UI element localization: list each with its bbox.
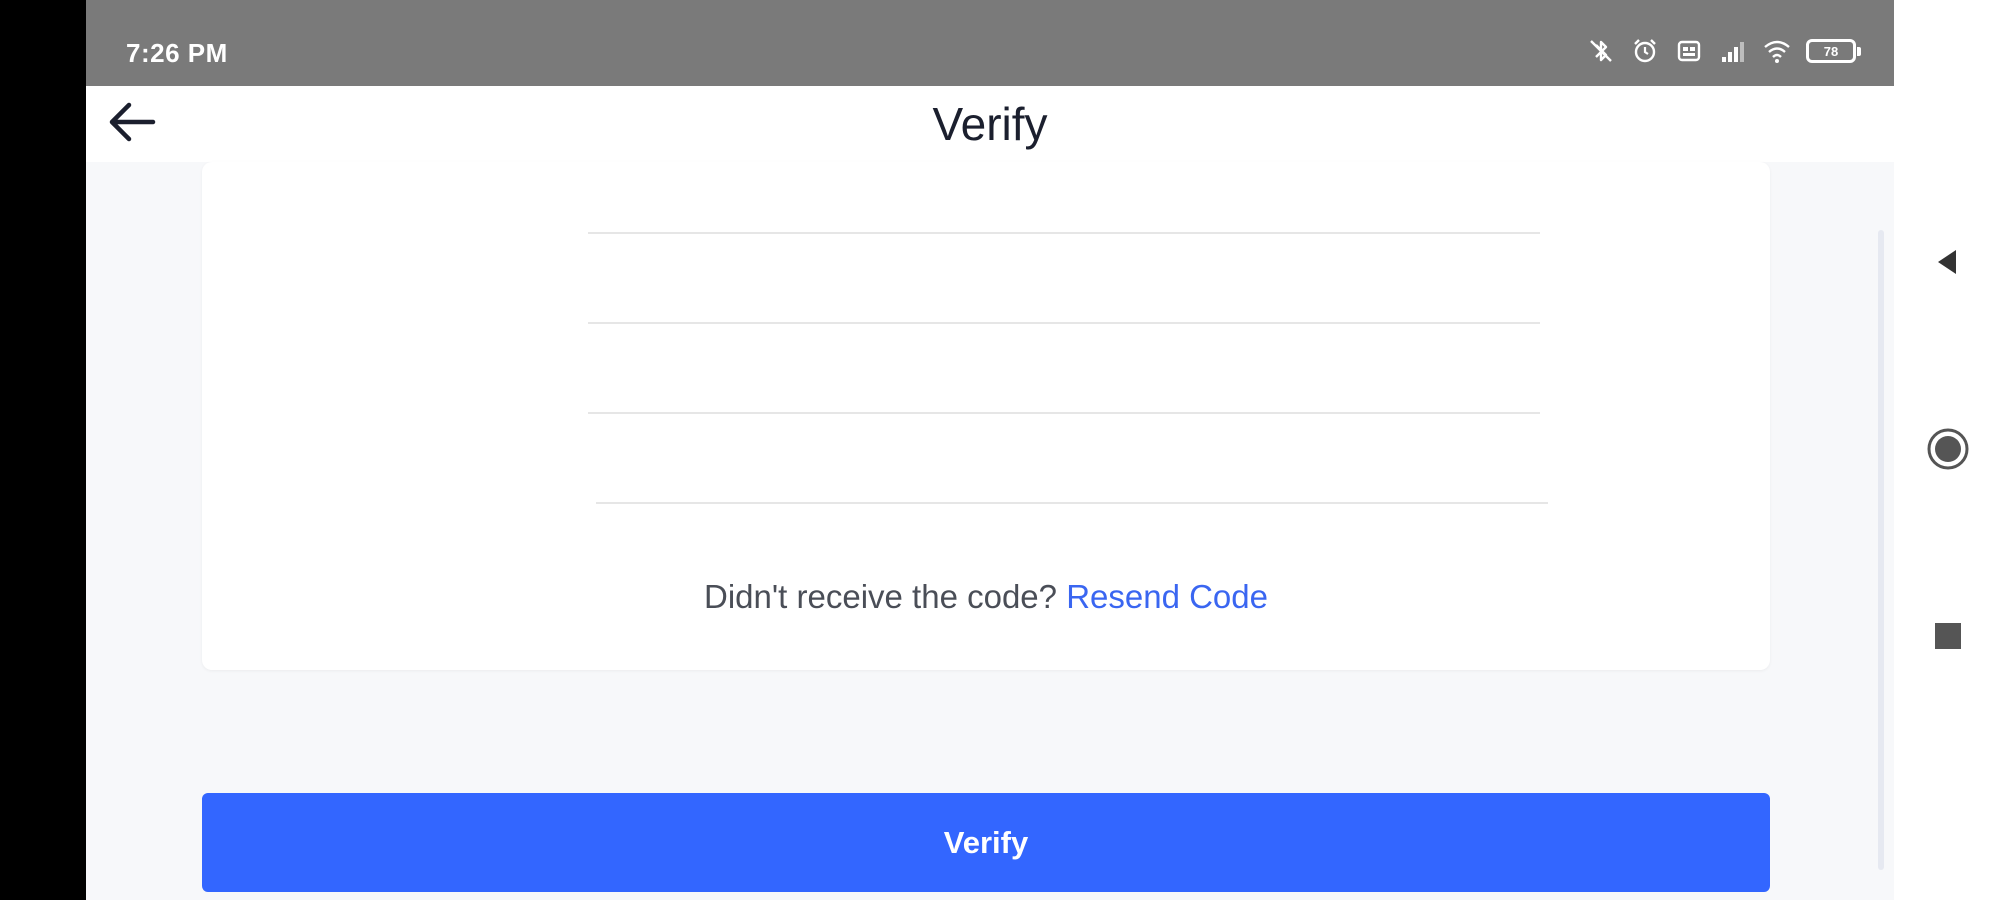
resend-code-link[interactable]: Resend Code <box>1066 578 1268 615</box>
status-time: 7:26 PM <box>126 38 228 68</box>
status-bar: 7:26 PM 78 <box>86 0 1894 86</box>
status-icons: 78 <box>1586 36 1861 66</box>
bluetooth-off-icon <box>1586 36 1616 66</box>
verification-card: Didn't receive the code? Resend Code <box>202 162 1770 670</box>
device-bezel <box>0 0 86 900</box>
page-title: Verify <box>932 98 1048 150</box>
code-input-3[interactable] <box>588 412 1540 414</box>
battery-level: 78 <box>1823 43 1839 59</box>
code-input-1[interactable] <box>588 232 1540 234</box>
sim-icon <box>1674 36 1704 66</box>
resend-row: Didn't receive the code? Resend Code <box>202 578 1770 616</box>
system-nav-bar <box>1894 0 2003 900</box>
recents-square-icon <box>1933 621 1963 656</box>
resend-prompt: Didn't receive the code? <box>704 578 1058 615</box>
code-input-4[interactable] <box>596 502 1548 504</box>
nav-recents-button[interactable] <box>1920 610 1976 666</box>
app-screen: 7:26 PM 78 Verify Didn't receive the cod… <box>86 0 1894 900</box>
signal-icon <box>1718 36 1748 66</box>
nav-home-button[interactable] <box>1920 423 1976 479</box>
nav-back-button[interactable] <box>1920 236 1976 292</box>
battery-icon: 78 <box>1806 39 1861 63</box>
home-circle-icon <box>1926 427 1970 476</box>
code-input-2[interactable] <box>588 322 1540 324</box>
app-header: Verify <box>86 86 1894 162</box>
back-triangle-icon <box>1932 246 1964 283</box>
alarm-icon <box>1630 36 1660 66</box>
verify-button[interactable]: Verify <box>202 793 1770 892</box>
wifi-icon <box>1762 36 1792 66</box>
scrollbar[interactable] <box>1878 230 1884 870</box>
